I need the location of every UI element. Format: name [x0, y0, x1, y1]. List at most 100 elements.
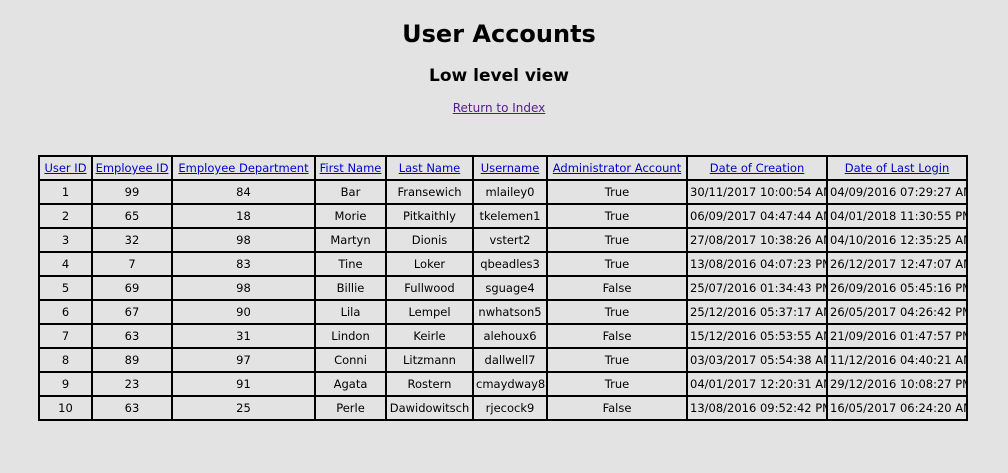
user-id-cell: 6: [39, 300, 92, 324]
administrator-account-cell: True: [547, 228, 687, 252]
date-of-last-login-cell: 04/10/2016 12:35:25 AM: [827, 228, 967, 252]
user-id-cell: 2: [39, 204, 92, 228]
user-id-cell: 5: [39, 276, 92, 300]
page-title: User Accounts: [402, 20, 596, 48]
table-row: 1 99 84 Bar Fransewich mlailey0 True 30/11/2017…: [39, 180, 967, 204]
last-name-cell: Dionis: [386, 228, 473, 252]
last-name-cell: Lempel: [386, 300, 473, 324]
date-of-creation-cell: 03/03/2017 05:54:38 AM: [687, 348, 827, 372]
user-id-cell: 4: [39, 252, 92, 276]
date-of-last-login-cell: 26/09/2016 05:45:16 PM: [827, 276, 967, 300]
user-id-cell: 1: [39, 180, 92, 204]
column-header-employee-department: Employee Department: [172, 156, 315, 180]
last-name-cell: Keirle: [386, 324, 473, 348]
sort-link-employee-department[interactable]: Employee Department: [178, 161, 308, 175]
username-cell: sguage4: [473, 276, 547, 300]
sort-link-user-id[interactable]: User ID: [44, 161, 86, 175]
administrator-account-cell: False: [547, 324, 687, 348]
administrator-account-cell: True: [547, 204, 687, 228]
username-cell: nwhatson5: [473, 300, 547, 324]
employee-department-cell: 31: [172, 324, 315, 348]
sort-link-first-name[interactable]: First Name: [320, 161, 382, 175]
administrator-account-cell: True: [547, 372, 687, 396]
column-header-last-name: Last Name: [386, 156, 473, 180]
administrator-account-cell: False: [547, 396, 687, 420]
username-cell: cmaydway8: [473, 372, 547, 396]
employee-department-cell: 98: [172, 228, 315, 252]
employee-department-cell: 97: [172, 348, 315, 372]
employee-id-cell: 99: [92, 180, 172, 204]
administrator-account-cell: True: [547, 300, 687, 324]
date-of-creation-cell: 13/08/2016 04:07:23 PM: [687, 252, 827, 276]
employee-id-cell: 67: [92, 300, 172, 324]
user-id-cell: 7: [39, 324, 92, 348]
table-header-row: User ID Employee ID Employee Department …: [39, 156, 967, 180]
table-row: 5 69 98 Billie Fullwood sguage4 False 25/07/201…: [39, 276, 967, 300]
date-of-last-login-cell: 16/05/2017 06:24:20 AM: [827, 396, 967, 420]
employee-id-cell: 32: [92, 228, 172, 252]
username-cell: rjecock9: [473, 396, 547, 420]
sort-link-date-of-last-login[interactable]: Date of Last Login: [845, 161, 950, 175]
date-of-creation-cell: 25/12/2016 05:37:17 AM: [687, 300, 827, 324]
sort-link-last-name[interactable]: Last Name: [399, 161, 461, 175]
administrator-account-cell: True: [547, 348, 687, 372]
column-header-first-name: First Name: [315, 156, 386, 180]
first-name-cell: Perle: [315, 396, 386, 420]
user-id-cell: 3: [39, 228, 92, 252]
employee-department-cell: 83: [172, 252, 315, 276]
table-body: 1 99 84 Bar Fransewich mlailey0 True 30/11/2017…: [39, 180, 967, 420]
sort-link-date-of-creation[interactable]: Date of Creation: [710, 161, 805, 175]
administrator-account-cell: True: [547, 180, 687, 204]
employee-id-cell: 89: [92, 348, 172, 372]
table-row: 2 65 18 Morie Pitkaithly tkelemen1 True 06/09/2…: [39, 204, 967, 228]
employee-id-cell: 69: [92, 276, 172, 300]
sort-link-employee-id[interactable]: Employee ID: [96, 161, 169, 175]
administrator-account-cell: True: [547, 252, 687, 276]
user-id-cell: 10: [39, 396, 92, 420]
last-name-cell: Fransewich: [386, 180, 473, 204]
employee-id-cell: 23: [92, 372, 172, 396]
column-header-date-of-last-login: Date of Last Login: [827, 156, 967, 180]
first-name-cell: Tine: [315, 252, 386, 276]
table-row: 3 32 98 Martyn Dionis vstert2 True 27/08/2017 1…: [39, 228, 967, 252]
employee-id-cell: 63: [92, 324, 172, 348]
first-name-cell: Morie: [315, 204, 386, 228]
return-link-container: Return to Index: [0, 100, 998, 116]
column-header-date-of-creation: Date of Creation: [687, 156, 827, 180]
username-cell: alehoux6: [473, 324, 547, 348]
employee-department-cell: 84: [172, 180, 315, 204]
column-header-user-id: User ID: [39, 156, 92, 180]
date-of-last-login-cell: 04/01/2018 11:30:55 PM: [827, 204, 967, 228]
table-row: 6 67 90 Lila Lempel nwhatson5 True 25/12/2016 0…: [39, 300, 967, 324]
sort-link-username[interactable]: Username: [481, 161, 540, 175]
employee-department-cell: 90: [172, 300, 315, 324]
last-name-cell: Pitkaithly: [386, 204, 473, 228]
administrator-account-cell: False: [547, 276, 687, 300]
sort-link-administrator-account[interactable]: Administrator Account: [553, 161, 681, 175]
last-name-cell: Litzmann: [386, 348, 473, 372]
column-header-employee-id: Employee ID: [92, 156, 172, 180]
date-of-creation-cell: 30/11/2017 10:00:54 AM: [687, 180, 827, 204]
username-cell: tkelemen1: [473, 204, 547, 228]
table-row: 10 63 25 Perle Dawidowitsch rjecock9 False 13/0…: [39, 396, 967, 420]
employee-department-cell: 91: [172, 372, 315, 396]
employee-department-cell: 18: [172, 204, 315, 228]
employee-department-cell: 25: [172, 396, 315, 420]
first-name-cell: Agata: [315, 372, 386, 396]
date-of-last-login-cell: 11/12/2016 04:40:21 AM: [827, 348, 967, 372]
table-row: 7 63 31 Lindon Keirle alehoux6 False 15/12/2016…: [39, 324, 967, 348]
employee-id-cell: 63: [92, 396, 172, 420]
page-subtitle: Low level view: [429, 66, 569, 86]
date-of-creation-cell: 13/08/2016 09:52:42 PM: [687, 396, 827, 420]
date-of-creation-cell: 15/12/2016 05:53:55 AM: [687, 324, 827, 348]
date-of-creation-cell: 27/08/2017 10:38:26 AM: [687, 228, 827, 252]
first-name-cell: Martyn: [315, 228, 386, 252]
first-name-cell: Billie: [315, 276, 386, 300]
date-of-creation-cell: 25/07/2016 01:34:43 PM: [687, 276, 827, 300]
table-row: 8 89 97 Conni Litzmann dallwell7 True 03/03/201…: [39, 348, 967, 372]
column-header-username: Username: [473, 156, 547, 180]
last-name-cell: Fullwood: [386, 276, 473, 300]
return-to-index-link[interactable]: Return to Index: [453, 101, 546, 115]
last-name-cell: Rostern: [386, 372, 473, 396]
user-id-cell: 9: [39, 372, 92, 396]
